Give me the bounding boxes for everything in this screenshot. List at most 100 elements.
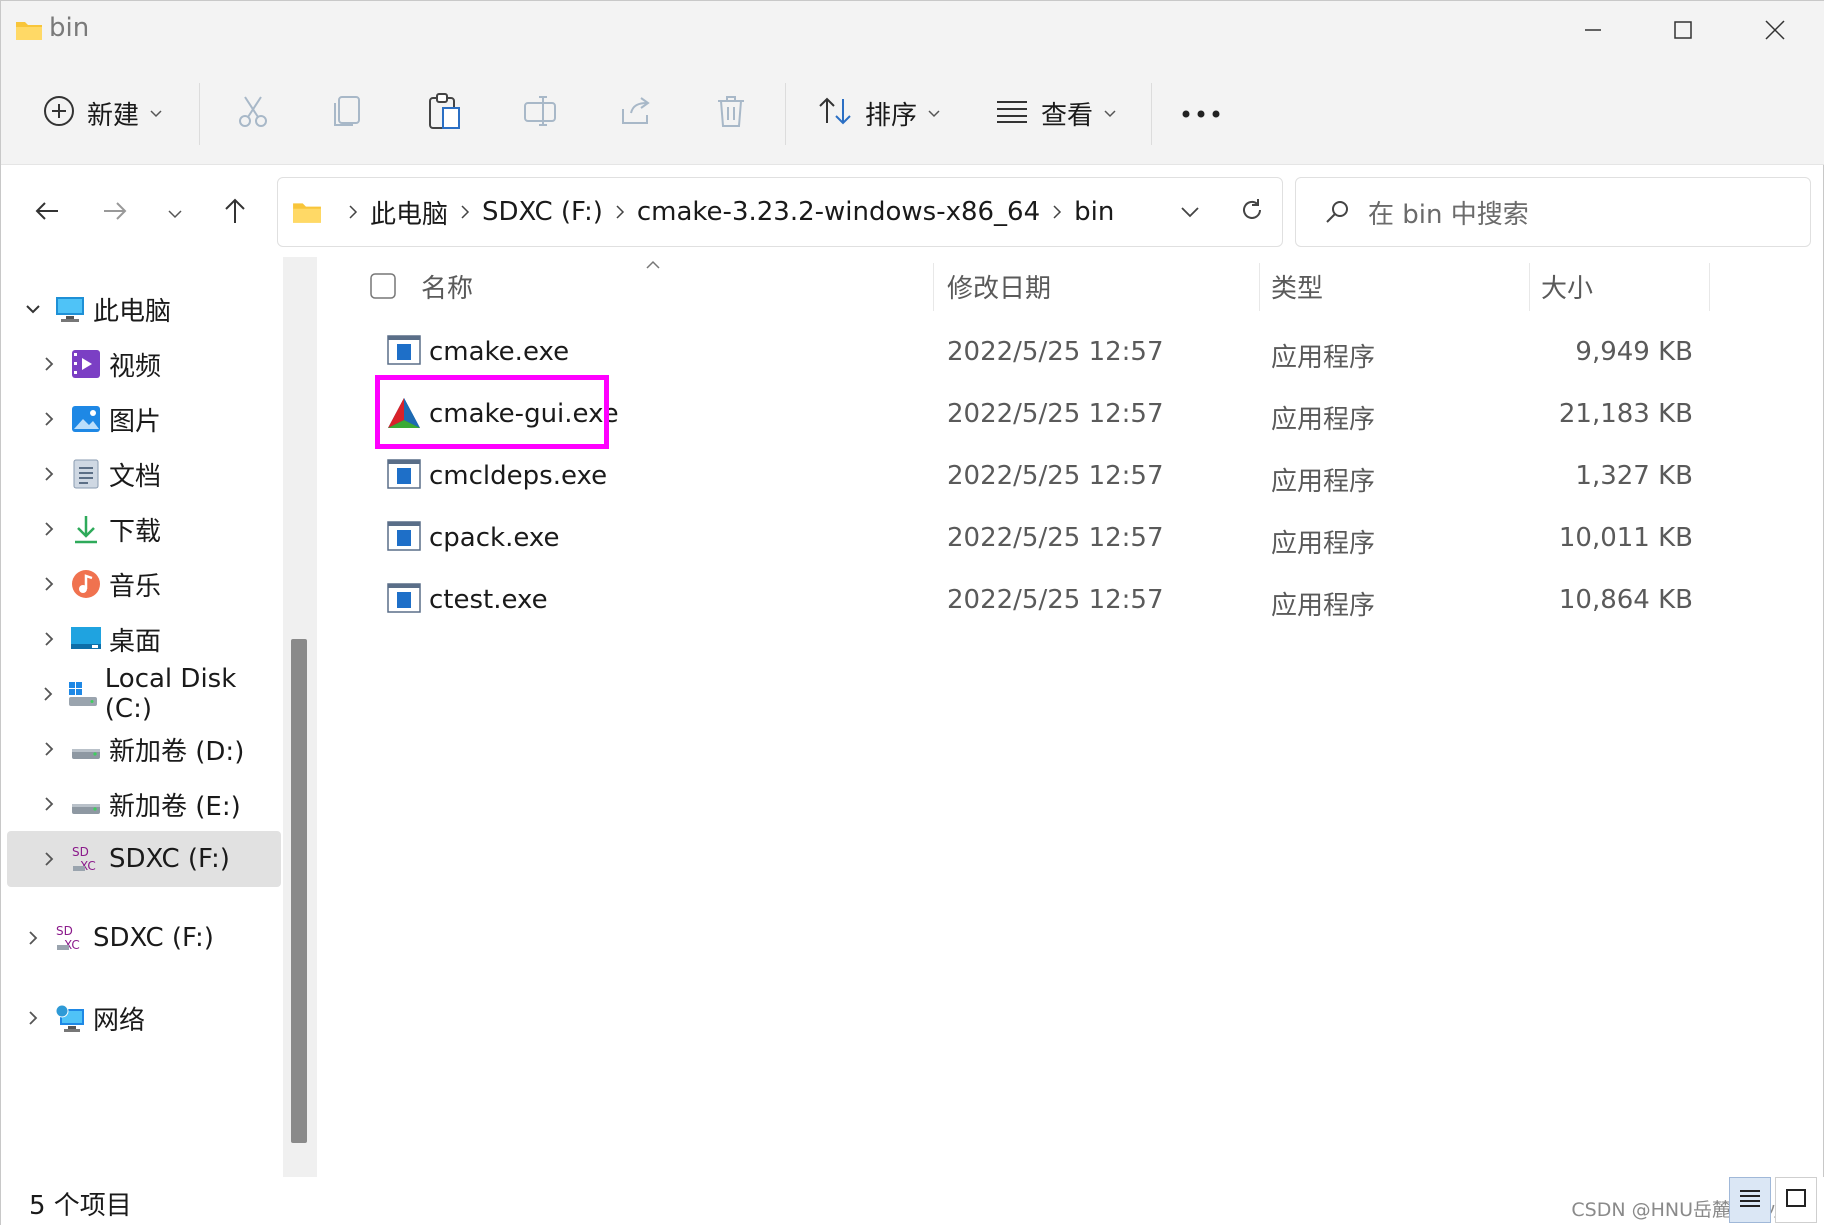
share-button[interactable]	[619, 83, 653, 143]
tiles-view-button[interactable]	[1775, 1177, 1817, 1223]
more-dots-icon	[1181, 104, 1221, 123]
details-view-button[interactable]	[1729, 1177, 1771, 1223]
sidebar-scrollbar-thumb[interactable]	[291, 639, 307, 1143]
select-all-checkbox[interactable]	[369, 261, 397, 311]
sidebar-item-label: 音乐	[109, 571, 162, 602]
minimize-button[interactable]	[1557, 7, 1629, 53]
sidebar-item-label: Local Disk (C:)	[104, 664, 237, 724]
delete-button[interactable]	[715, 83, 747, 143]
file-modified: 2022/5/25 12:57	[947, 399, 1164, 429]
status-bar: 5 个项目 CSDN @HNU岳麓山大小姐	[1, 1177, 1824, 1226]
column-divider[interactable]	[1259, 263, 1260, 311]
new-label: 新建	[87, 100, 140, 131]
paste-button[interactable]	[427, 83, 461, 143]
chevron-right-icon	[15, 930, 51, 946]
maximize-button[interactable]	[1647, 7, 1719, 53]
sidebar-item-downloads[interactable]: 下载	[31, 501, 305, 557]
file-size: 10,864 KB	[1558, 585, 1693, 615]
search-input[interactable]: 在 bin 中搜索	[1295, 177, 1811, 247]
file-type: 应用程序	[1271, 529, 1376, 559]
column-header-type[interactable]: 类型	[1271, 261, 1323, 311]
chevron-right-icon	[31, 741, 67, 757]
column-divider[interactable]	[1529, 263, 1530, 311]
chevron-right-icon	[615, 204, 625, 220]
column-header-name[interactable]: 名称	[421, 261, 473, 311]
address-bar[interactable]: 此电脑 SDXC (F:) cmake-3.23.2-windows-x86_6…	[277, 177, 1283, 247]
view-button[interactable]: 查看	[995, 83, 1117, 143]
svg-text:SD: SD	[72, 845, 89, 859]
breadcrumb-item[interactable]: SDXC (F:)	[482, 197, 603, 227]
breadcrumb-item[interactable]: cmake-3.23.2-windows-x86_64	[637, 197, 1040, 227]
sidebar-item-documents[interactable]: 文档	[31, 446, 305, 502]
file-row[interactable]: cpack.exe 2022/5/25 12:57 应用程序 10,011 KB	[381, 509, 1711, 567]
column-header-modified[interactable]: 修改日期	[947, 261, 1051, 311]
sort-label: 排序	[865, 100, 918, 131]
sidebar-item-pictures[interactable]: 图片	[31, 391, 305, 447]
sort-arrows-icon	[817, 95, 853, 131]
file-row[interactable]: cmake.exe 2022/5/25 12:57 应用程序 9,949 KB	[381, 323, 1711, 381]
video-icon	[67, 347, 105, 381]
close-button[interactable]	[1739, 7, 1811, 53]
file-type: 应用程序	[1271, 405, 1376, 435]
rename-icon	[523, 95, 559, 131]
file-size: 9,949 KB	[1575, 337, 1693, 367]
drive-icon	[67, 787, 105, 821]
sidebar-item-music[interactable]: 音乐	[31, 556, 305, 612]
file-row[interactable]: cmcldeps.exe 2022/5/25 12:57 应用程序 1,327 …	[381, 447, 1711, 505]
sidebar-item-label: 网络	[93, 1005, 146, 1036]
new-button[interactable]: 新建	[43, 83, 163, 143]
chevron-right-icon	[1052, 204, 1062, 220]
breadcrumb-item[interactable]: 此电脑	[370, 194, 448, 231]
up-button[interactable]	[209, 181, 261, 245]
chevron-down-icon	[149, 104, 163, 123]
chevron-down-icon	[167, 204, 183, 223]
file-size: 21,183 KB	[1558, 399, 1693, 429]
recent-locations-button[interactable]	[149, 181, 201, 245]
toolbar-divider	[785, 83, 786, 145]
column-divider[interactable]	[933, 263, 934, 311]
sidebar-item-sdxc-f[interactable]: SD XC SDXC (F:)	[7, 831, 281, 887]
sidebar-item-videos[interactable]: 视频	[31, 336, 305, 392]
refresh-button[interactable]	[1226, 186, 1278, 238]
watermark: CSDN @HNU岳麓山大小姐	[1571, 1199, 1807, 1221]
sidebar-item-this-pc[interactable]: 此电脑	[15, 281, 289, 337]
rename-button[interactable]	[523, 83, 559, 143]
sidebar-item-label: 桌面	[109, 626, 162, 657]
refresh-icon	[1239, 197, 1265, 227]
sidebar-item-network[interactable]: 网络	[15, 990, 289, 1046]
tiles-view-icon	[1784, 1187, 1808, 1213]
copy-button[interactable]	[331, 83, 365, 143]
file-type: 应用程序	[1271, 343, 1376, 373]
command-bar: 新建 排序 查看	[1, 61, 1824, 165]
file-row[interactable]: ctest.exe 2022/5/25 12:57 应用程序 10,864 KB	[381, 571, 1711, 629]
address-history-button[interactable]	[1164, 186, 1216, 238]
chevron-right-icon	[31, 466, 67, 482]
breadcrumb-item[interactable]: bin	[1074, 197, 1114, 227]
sidebar-item-desktop[interactable]: 桌面	[31, 611, 305, 667]
sidebar-item-sdxc-f-removable[interactable]: SD XC SDXC (F:)	[15, 910, 289, 966]
forward-button[interactable]	[89, 181, 141, 245]
sidebar-item-label: 此电脑	[93, 296, 172, 327]
navigation-pane: 此电脑 视频 图片 文档 下载 音乐 桌面 Local Disk (C:) 新加…	[1, 257, 283, 1177]
copy-icon	[331, 93, 365, 133]
sidebar-item-local-disk-c[interactable]: Local Disk (C:)	[31, 664, 281, 724]
details-view-icon	[1738, 1187, 1762, 1213]
more-button[interactable]	[1181, 83, 1221, 143]
back-button[interactable]	[21, 181, 73, 245]
chevron-right-icon	[31, 356, 67, 372]
sort-indicator-icon	[645, 255, 661, 274]
sdcard-icon: SD XC	[51, 921, 89, 955]
chevron-down-icon	[15, 304, 51, 314]
cut-button[interactable]	[235, 83, 271, 143]
column-header-size[interactable]: 大小	[1541, 261, 1593, 311]
sidebar-item-volume-e[interactable]: 新加卷 (E:)	[31, 776, 305, 832]
chevron-right-icon	[31, 576, 67, 592]
sidebar-item-volume-d[interactable]: 新加卷 (D:)	[31, 721, 305, 777]
chevron-right-icon	[348, 204, 358, 220]
folder-icon	[292, 200, 322, 224]
sort-button[interactable]: 排序	[817, 83, 941, 143]
column-divider[interactable]	[1709, 263, 1710, 311]
trash-icon	[715, 94, 747, 132]
sidebar-item-label: SDXC (F:)	[109, 844, 230, 874]
highlight-box	[375, 375, 609, 449]
